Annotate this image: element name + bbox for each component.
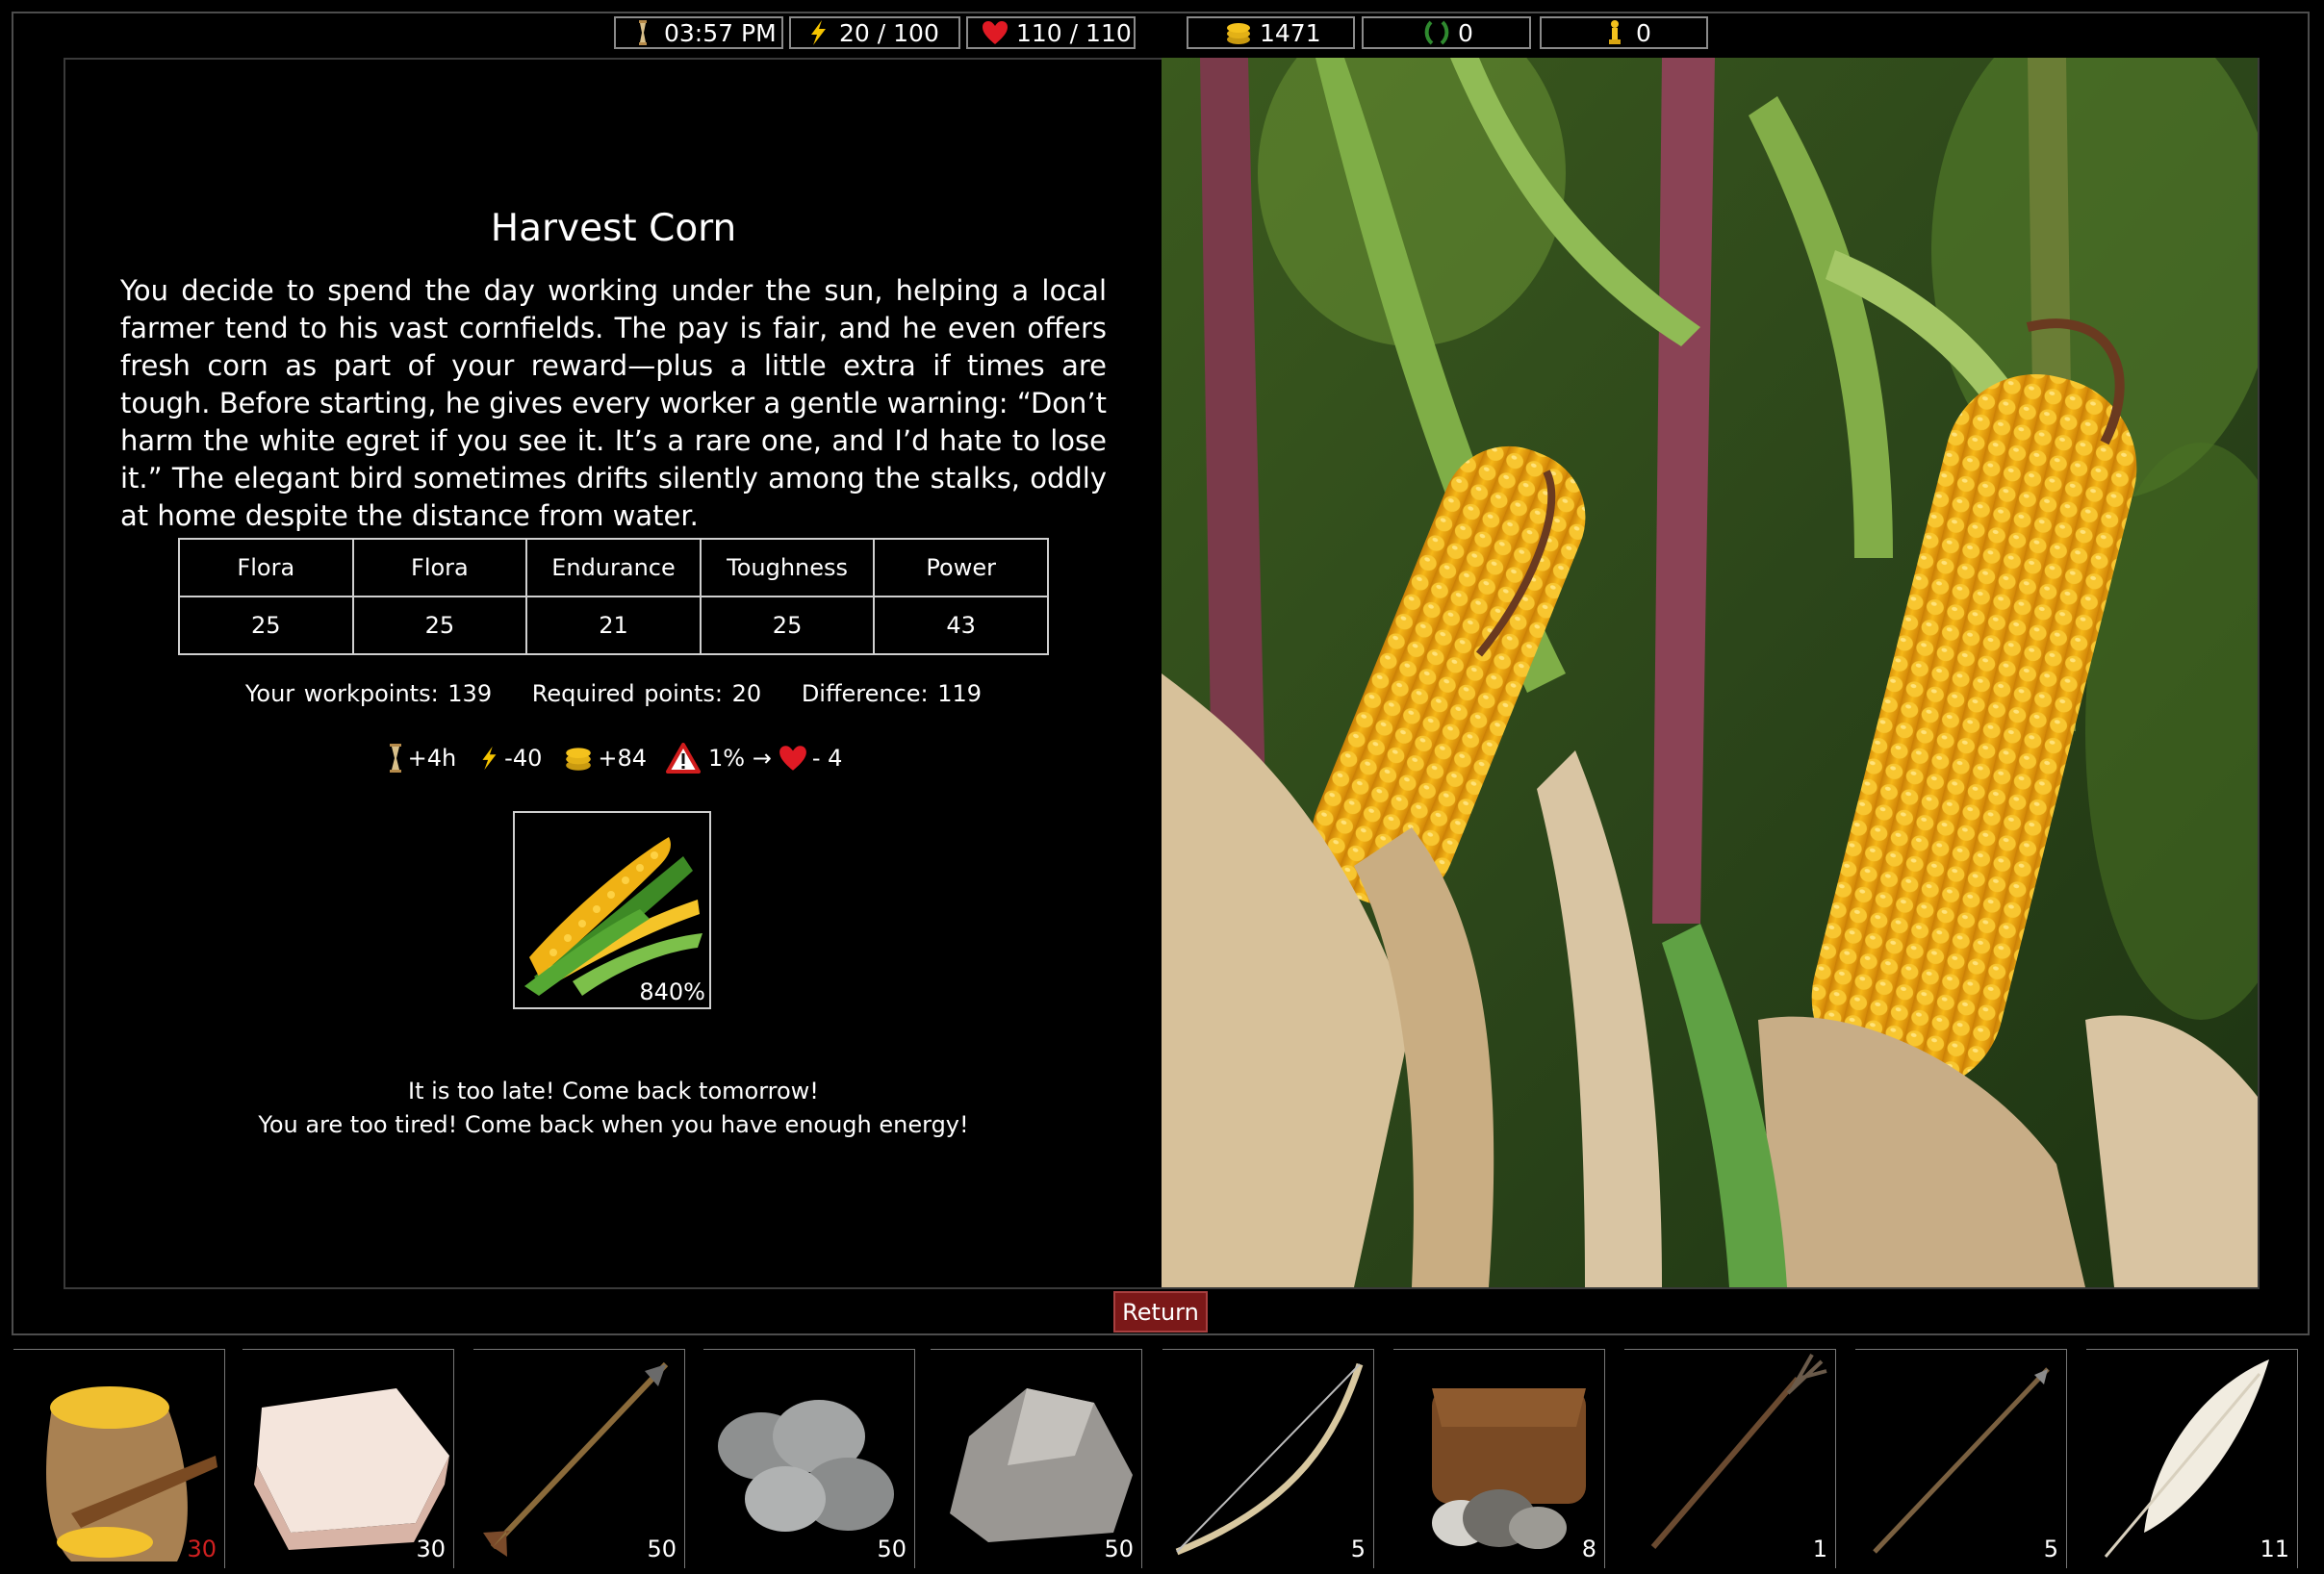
energy-effect-value: -40: [504, 745, 543, 772]
inventory-slot-feather[interactable]: 11: [2086, 1349, 2298, 1568]
event-title: Harvest Corn: [490, 207, 737, 250]
points-summary: Your workpoints: 139 Required points: 20…: [120, 680, 1107, 707]
stat-header: Endurance: [525, 538, 702, 597]
too-late-message: It is too late! Come back tomorrow!: [408, 1078, 819, 1104]
bow-icon: [1175, 1362, 1364, 1556]
pitchfork-icon: [1650, 1354, 1827, 1549]
stat-header: Flora: [178, 538, 354, 597]
hourglass-icon: [389, 744, 401, 773]
spear-icon: [1873, 1367, 2050, 1554]
risk-effect: 1% → - 4: [666, 743, 842, 774]
coins-effect: +84: [561, 743, 647, 774]
inventory-slot-pitchfork[interactable]: 1: [1624, 1349, 1836, 1568]
slot-quantity: 5: [1350, 1536, 1366, 1562]
inventory-slot-pebbles[interactable]: 50: [703, 1349, 915, 1568]
requirements-header-row: Flora Flora Endurance Toughness Power: [178, 538, 1049, 597]
lightning-icon: [482, 746, 497, 771]
requirements-value-row: 25 25 21 25 43: [178, 596, 1049, 655]
stat-header: Power: [873, 538, 1049, 597]
inventory-slot-lard[interactable]: 30: [243, 1349, 454, 1568]
reward-item-slot[interactable]: 840%: [513, 811, 711, 1009]
event-description: You decide to spend the day working unde…: [120, 274, 1107, 532]
inventory-slot-arrow[interactable]: 50: [473, 1349, 685, 1568]
slot-quantity: 5: [2043, 1536, 2058, 1562]
required-points-text: Required points: 20: [531, 680, 762, 707]
difference-text: Difference: 119: [801, 680, 983, 707]
slot-quantity: 1: [1812, 1536, 1827, 1562]
workpoints-text: Your workpoints: 139: [244, 680, 493, 707]
stat-value: 21: [525, 596, 702, 655]
too-tired-message: You are too tired! Come back when you ha…: [258, 1111, 969, 1138]
requirements-table: Flora Flora Endurance Toughness Power 25…: [178, 538, 1049, 655]
coins-effect-value: +84: [598, 745, 648, 772]
effects-summary: +4h -40 +84 1% → - 4: [120, 743, 1107, 774]
inventory-slot-spear[interactable]: 5: [1855, 1349, 2067, 1568]
stat-value: 25: [351, 596, 528, 655]
reward-percent: 840%: [639, 978, 705, 1005]
cornfield-scene-image: [1162, 58, 2258, 1287]
stat-header: Toughness: [699, 538, 876, 597]
time-effect: +4h: [385, 743, 457, 774]
slot-quantity: 50: [647, 1536, 677, 1562]
coins-icon: [566, 748, 592, 771]
inventory-slot-satchel[interactable]: 8: [1393, 1349, 1605, 1568]
stat-value: 25: [178, 596, 354, 655]
stat-header: Flora: [351, 538, 528, 597]
heart-icon: [779, 746, 806, 771]
risk-effect-value: 1% →: [708, 745, 772, 772]
slot-quantity: 11: [2260, 1536, 2289, 1562]
slot-quantity: 30: [416, 1536, 446, 1562]
inventory-slot-cornmeal[interactable]: 30: [13, 1349, 225, 1568]
return-button[interactable]: Return: [1113, 1291, 1208, 1333]
energy-effect: -40: [475, 743, 542, 774]
time-effect-value: +4h: [407, 745, 457, 772]
slot-quantity: 50: [877, 1536, 907, 1562]
satchel-with-stones-icon: [1432, 1388, 1586, 1549]
inventory-slot-rock[interactable]: 50: [931, 1349, 1142, 1568]
inventory-slot-bow[interactable]: 5: [1162, 1349, 1374, 1568]
slot-quantity: 8: [1581, 1536, 1596, 1562]
slot-quantity: 50: [1104, 1536, 1134, 1562]
slot-quantity: 30: [187, 1536, 217, 1562]
warning-icon: [666, 743, 702, 774]
stat-value: 43: [873, 596, 1049, 655]
health-effect-value: - 4: [811, 745, 843, 772]
stat-value: 25: [699, 596, 876, 655]
